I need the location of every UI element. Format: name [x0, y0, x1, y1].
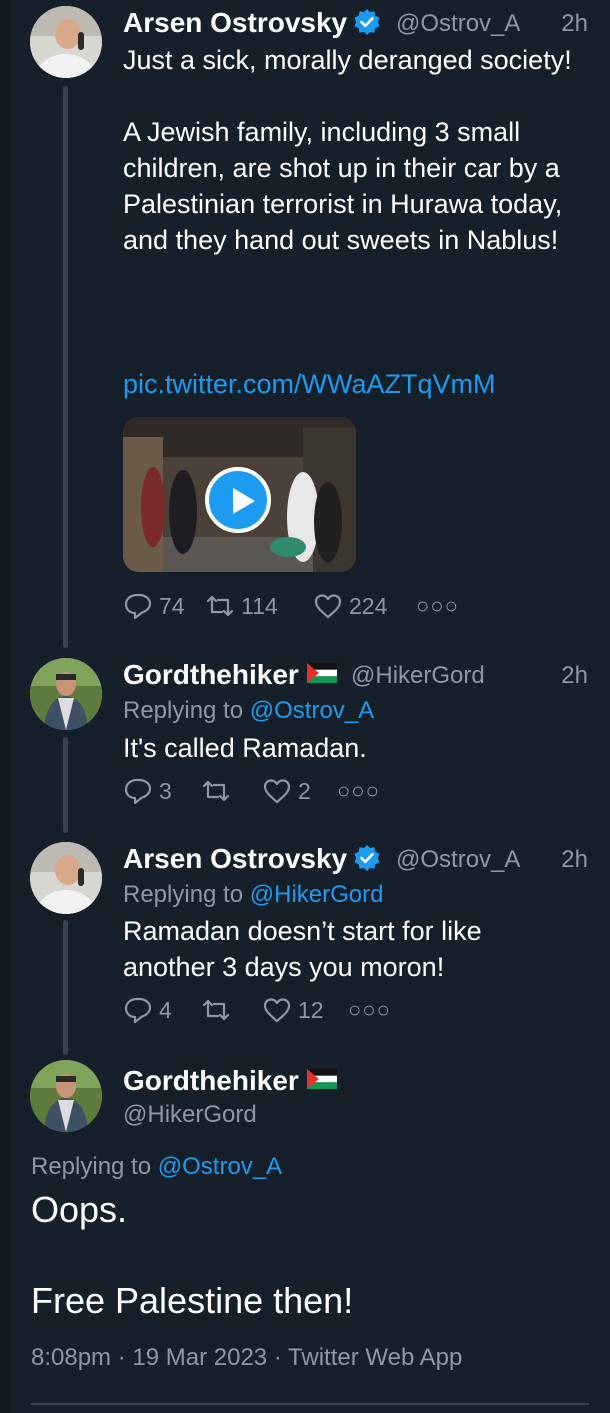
mention-link[interactable]: @Ostrov_A — [250, 697, 374, 724]
video-thumbnail[interactable] — [123, 417, 356, 572]
palestine-flag-icon — [306, 1069, 337, 1089]
reply-count: 4 — [159, 996, 172, 1023]
heart-icon — [314, 594, 342, 619]
more-icon[interactable]: ○○○ — [416, 593, 459, 619]
reply-count: 3 — [159, 777, 172, 804]
reply-count: 74 — [159, 592, 185, 619]
tweet-meta[interactable]: 8:08pm · 19 Mar 2023 · Twitter Web App — [31, 1343, 462, 1373]
tweet-text: It's called Ramadan. — [123, 733, 367, 763]
thread-line — [63, 920, 68, 1055]
verified-badge-icon — [353, 844, 381, 872]
like-button[interactable]: 2 — [262, 776, 337, 806]
avatar[interactable] — [30, 842, 102, 914]
author-handle[interactable]: @Ostrov_A — [396, 9, 520, 39]
replying-label: Replying to — [123, 697, 244, 724]
play-icon[interactable] — [205, 467, 271, 533]
author-handle[interactable]: @HikerGord — [351, 661, 485, 691]
more-icon[interactable]: ○○○ — [337, 778, 380, 804]
like-count: 224 — [349, 592, 388, 619]
mention-link[interactable]: @Ostrov_A — [158, 1153, 282, 1180]
author-name[interactable]: Arsen Ostrovsky — [123, 6, 381, 40]
retweet-icon — [202, 780, 230, 802]
thread-line — [63, 737, 68, 833]
reply-button[interactable]: 3 — [123, 776, 201, 806]
reply-button[interactable]: 4 — [123, 995, 201, 1025]
media-link[interactable]: pic.twitter.com/WWaAZTqVmM — [123, 366, 583, 402]
retweet-icon — [202, 999, 230, 1021]
like-count: 12 — [298, 996, 324, 1023]
tweet-text: Ramadan doesn’t start for like another 3… — [123, 916, 482, 982]
verified-badge-icon — [353, 8, 381, 36]
author-handle[interactable]: @Ostrov_A — [396, 845, 520, 875]
avatar[interactable] — [30, 6, 102, 78]
replying-to: Replying to @HikerGord — [123, 880, 383, 910]
tweet-actions: 3 2 ○○○ — [123, 773, 380, 809]
replying-to: Replying to @Ostrov_A — [31, 1152, 282, 1182]
author-name[interactable]: Gordthehiker — [123, 1064, 337, 1098]
tweet-actions: 74 114 224 ○○○ — [123, 588, 459, 624]
palestine-flag-icon — [306, 663, 337, 683]
retweet-button[interactable] — [201, 995, 262, 1025]
replying-label: Replying to — [123, 881, 244, 908]
author-name[interactable]: Arsen Ostrovsky — [123, 842, 381, 876]
avatar[interactable] — [30, 658, 102, 730]
left-edge — [0, 0, 10, 1413]
reply-icon — [124, 593, 152, 620]
divider — [31, 1403, 589, 1405]
tweet-text-line-1: Oops. — [31, 1189, 128, 1230]
reply-icon — [124, 778, 152, 805]
heart-icon — [263, 998, 291, 1023]
replying-to: Replying to @Ostrov_A — [123, 696, 374, 726]
thread-line — [63, 86, 68, 648]
avatar[interactable] — [30, 1060, 102, 1132]
heart-icon — [263, 779, 291, 804]
mention-link[interactable]: @HikerGord — [250, 881, 384, 908]
reply-button[interactable]: 74 — [123, 591, 205, 621]
tweet-actions: 4 12 ○○○ — [123, 992, 391, 1028]
like-button[interactable]: 224 — [313, 591, 416, 621]
retweet-button[interactable] — [201, 776, 262, 806]
retweet-count: 114 — [241, 592, 278, 619]
more-icon[interactable]: ○○○ — [348, 997, 391, 1023]
like-count: 2 — [298, 777, 311, 804]
retweet-button[interactable]: 114 — [205, 591, 313, 621]
reply-icon — [124, 997, 152, 1024]
replying-label: Replying to — [31, 1153, 152, 1180]
author-name[interactable]: Gordthehiker — [123, 658, 337, 692]
tweet-text: Just a sick, morally deranged society! A… — [123, 45, 572, 255]
retweet-icon — [206, 595, 234, 617]
tweet-time[interactable]: 2h — [561, 845, 588, 875]
tweet-time[interactable]: 2h — [561, 9, 588, 39]
tweet-time[interactable]: 2h — [561, 661, 588, 691]
tweet-text-line-2: Free Palestine then! — [31, 1280, 354, 1321]
like-button[interactable]: 12 — [262, 995, 348, 1025]
author-handle[interactable]: @HikerGord — [123, 1100, 257, 1130]
